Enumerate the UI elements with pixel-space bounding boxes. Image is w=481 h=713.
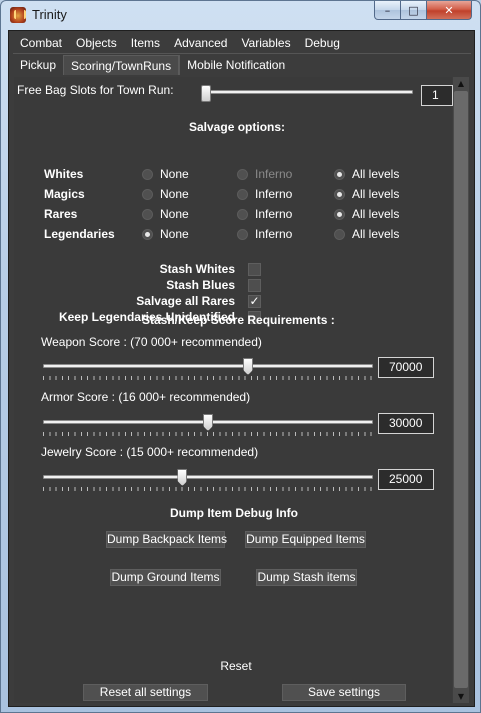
salvage-option-label: None	[160, 187, 189, 201]
minimize-button[interactable]: –	[374, 1, 401, 20]
salvage-radio[interactable]	[334, 229, 345, 240]
salvage-radio[interactable]	[237, 209, 248, 220]
weapon-score-value[interactable]: 70000	[378, 357, 434, 378]
weapon-score-label: Weapon Score : (70 000+ recommended)	[41, 335, 262, 349]
tab-items[interactable]: Items	[124, 33, 167, 53]
tab-combat[interactable]: Combat	[13, 33, 69, 53]
debug-title: Dump Item Debug Info	[170, 506, 298, 520]
salvage-row-label: Whites	[44, 167, 84, 181]
salvage-row-label: Legendaries	[44, 227, 115, 241]
jewelry-score-track	[43, 475, 373, 479]
tab-advanced[interactable]: Advanced	[167, 33, 234, 53]
stash-option-label: Stash Whites	[159, 262, 235, 276]
salvage-radio[interactable]	[142, 169, 153, 180]
salvage-option-label: Inferno	[255, 187, 293, 201]
window-title: Trinity	[32, 7, 67, 22]
app-window: Trinity – □ ✕ Combat Objects Items Advan…	[0, 0, 481, 713]
bag-slots-label: Free Bag Slots for Town Run:	[17, 83, 174, 97]
salvage-option-label: All levels	[352, 227, 400, 241]
dump-equipped-button[interactable]: Dump Equipped Items	[245, 531, 366, 548]
tab-objects[interactable]: Objects	[69, 33, 124, 53]
stash-option-checkbox[interactable]	[248, 279, 261, 292]
salvage-row-label: Magics	[44, 187, 85, 201]
dump-backpack-button[interactable]: Dump Backpack Items	[106, 531, 227, 548]
jewelry-score-label: Jewelry Score : (15 000+ recommended)	[41, 445, 259, 459]
armor-score-label: Armor Score : (16 000+ recommended)	[41, 390, 251, 404]
salvage-radio[interactable]	[142, 229, 153, 240]
client-area: Combat Objects Items Advanced Variables …	[8, 30, 475, 707]
salvage-row-label: Rares	[44, 207, 78, 221]
salvage-radio[interactable]	[237, 229, 248, 240]
armor-score-ticks	[43, 432, 373, 436]
salvage-option-label: Inferno	[255, 227, 293, 241]
save-settings-button[interactable]: Save settings	[282, 684, 406, 701]
stash-option-label: Salvage all Rares	[136, 294, 235, 308]
bag-slots-slider[interactable]	[201, 85, 211, 102]
salvage-radio[interactable]	[334, 169, 345, 180]
salvage-option-label: All levels	[352, 187, 400, 201]
scroll-up-icon[interactable]: ▲	[453, 77, 469, 90]
salvage-option-label: None	[160, 227, 189, 241]
maximize-button[interactable]: □	[401, 1, 427, 20]
salvage-radio[interactable]	[334, 189, 345, 200]
tab-pickup[interactable]: Pickup	[13, 55, 63, 75]
weapon-score-ticks	[43, 376, 373, 380]
jewelry-score-value[interactable]: 25000	[378, 469, 434, 490]
vertical-scrollbar[interactable]: ▲ ▼	[453, 77, 469, 703]
tab-variables[interactable]: Variables	[234, 33, 297, 53]
salvage-radio[interactable]	[142, 209, 153, 220]
window-controls: – □ ✕	[374, 1, 472, 20]
salvage-radio[interactable]	[237, 189, 248, 200]
jewelry-score-ticks	[43, 487, 373, 491]
tab-mobile-notification[interactable]: Mobile Notification	[179, 55, 292, 75]
armor-score-slider[interactable]	[203, 414, 213, 431]
reset-all-settings-button[interactable]: Reset all settings	[83, 684, 208, 701]
salvage-option-label: None	[160, 207, 189, 221]
tab-scoring-townruns[interactable]: Scoring/TownRuns	[63, 55, 180, 75]
scoring-panel: Free Bag Slots for Town Run: 1 Salvage o…	[14, 77, 453, 703]
salvage-radio[interactable]	[142, 189, 153, 200]
dump-stash-button[interactable]: Dump Stash items	[256, 569, 357, 586]
title-bar[interactable]: Trinity – □ ✕	[1, 1, 480, 29]
weapon-score-track	[43, 364, 373, 368]
salvage-option-label: Inferno	[255, 207, 293, 221]
bag-slots-value[interactable]: 1	[421, 85, 453, 106]
bag-slots-track	[201, 90, 413, 94]
salvage-radio[interactable]	[334, 209, 345, 220]
salvage-option-label: All levels	[352, 167, 400, 181]
main-tab-bar: Combat Objects Items Advanced Variables …	[13, 32, 471, 54]
score-title: Stash/Keep Score Requirements :	[142, 313, 335, 327]
dump-ground-button[interactable]: Dump Ground Items	[110, 569, 221, 586]
scroll-down-icon[interactable]: ▼	[453, 690, 469, 703]
weapon-score-slider[interactable]	[243, 358, 253, 375]
scrollbar-thumb[interactable]	[454, 91, 468, 688]
salvage-option-label: None	[160, 167, 189, 181]
trinity-app-icon	[10, 7, 26, 23]
items-sub-tab-bar: Pickup Scoring/TownRuns Mobile Notificat…	[13, 54, 471, 76]
salvage-title: Salvage options:	[189, 120, 286, 134]
jewelry-score-slider[interactable]	[177, 469, 188, 486]
stash-option-label: Stash Blues	[166, 278, 235, 292]
reset-button[interactable]: Reset	[214, 659, 258, 676]
salvage-option-label: All levels	[352, 207, 400, 221]
armor-score-value[interactable]: 30000	[378, 413, 434, 434]
salvage-radio	[237, 169, 248, 180]
salvage-option-label: Inferno	[255, 167, 293, 181]
close-button[interactable]: ✕	[427, 1, 472, 20]
tab-debug[interactable]: Debug	[298, 33, 347, 53]
stash-option-checkbox[interactable]: ✓	[248, 295, 261, 308]
stash-option-checkbox[interactable]	[248, 263, 261, 276]
